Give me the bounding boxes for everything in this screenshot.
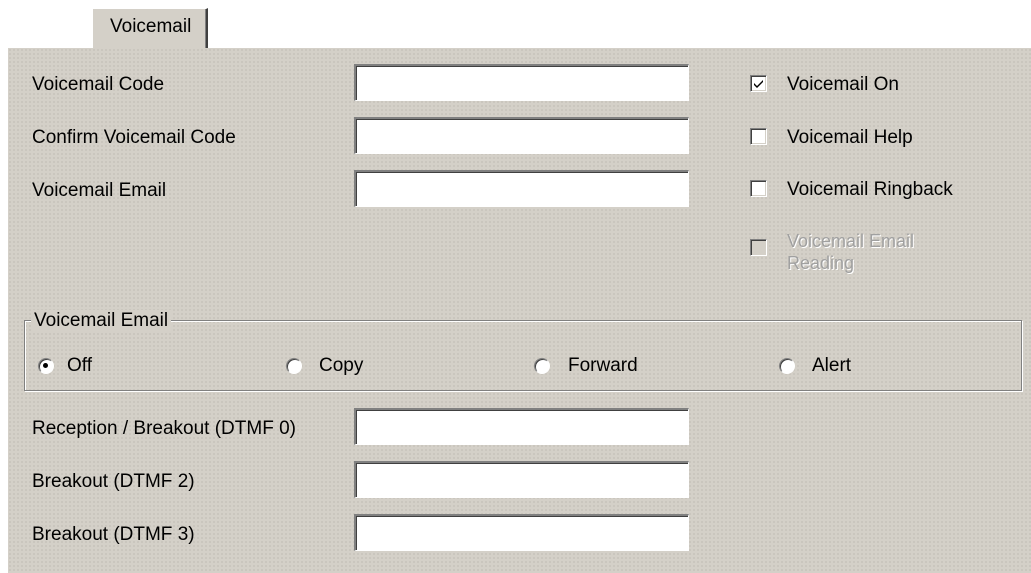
voicemail-email-reading-label: Voicemail Email Reading — [787, 231, 915, 273]
radio-alert[interactable] — [779, 358, 795, 374]
confirm-voicemail-code-input[interactable] — [354, 117, 689, 154]
voicemail-on-label[interactable]: Voicemail On — [787, 74, 899, 96]
voicemail-email-groupbox — [24, 320, 1022, 391]
breakout-dtmf2-input[interactable] — [354, 461, 689, 498]
reception-breakout-input[interactable] — [354, 408, 689, 445]
radio-alert-label[interactable]: Alert — [812, 355, 851, 377]
voicemail-code-input[interactable] — [354, 64, 689, 101]
voicemail-email-group-legend: Voicemail Email — [31, 310, 172, 332]
voicemail-help-label[interactable]: Voicemail Help — [787, 127, 913, 149]
radio-forward-label[interactable]: Forward — [568, 355, 638, 377]
tab-voicemail[interactable]: Voicemail — [92, 8, 208, 48]
radio-copy-label[interactable]: Copy — [319, 355, 363, 377]
voicemail-email-input[interactable] — [354, 170, 689, 207]
radio-off[interactable] — [38, 358, 54, 374]
voicemail-code-label: Voicemail Code — [32, 74, 165, 95]
voicemail-ringback-label[interactable]: Voicemail Ringback — [787, 179, 953, 201]
radio-copy[interactable] — [286, 358, 302, 374]
radio-off-label[interactable]: Off — [67, 355, 92, 377]
voicemail-settings-window: Voicemail Voicemail Code Confirm Voicema… — [0, 0, 1031, 573]
reception-breakout-label: Reception / Breakout (DTMF 0) — [32, 418, 296, 439]
checkmark-icon — [754, 80, 763, 88]
breakout-dtmf3-input[interactable] — [354, 514, 689, 551]
voicemail-email-label: Voicemail Email — [32, 180, 167, 201]
voicemail-ringback-checkbox[interactable] — [750, 180, 767, 197]
confirm-voicemail-code-label: Confirm Voicemail Code — [32, 127, 236, 148]
breakout-dtmf2-label: Breakout (DTMF 2) — [32, 471, 195, 492]
voicemail-on-checkbox[interactable] — [750, 75, 767, 92]
breakout-dtmf3-label: Breakout (DTMF 3) — [32, 524, 195, 545]
voicemail-email-reading-checkbox — [750, 239, 767, 256]
tab-voicemail-label: Voicemail — [110, 16, 192, 37]
radio-forward[interactable] — [534, 358, 550, 374]
voicemail-help-checkbox[interactable] — [750, 128, 767, 145]
